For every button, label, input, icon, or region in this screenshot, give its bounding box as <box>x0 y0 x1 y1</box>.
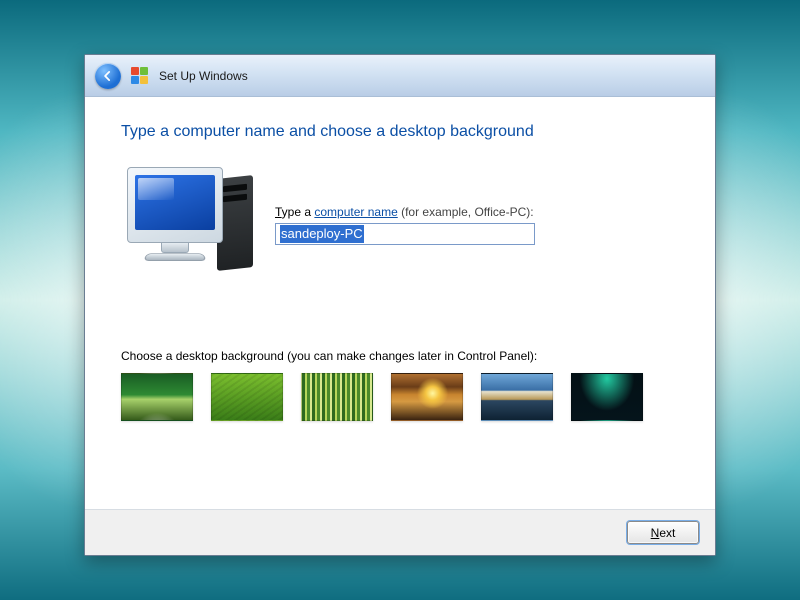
wallpaper-mountain-lake[interactable] <box>481 373 553 421</box>
dialog-content: Type a computer name and choose a deskto… <box>85 97 715 509</box>
desktop-background-section: Choose a desktop background (you can mak… <box>121 349 679 421</box>
next-rest: ext <box>659 526 675 540</box>
wallpaper-vista-aurora[interactable] <box>121 373 193 421</box>
computer-name-help-link[interactable]: computer name <box>314 205 397 219</box>
setup-windows-dialog: Set Up Windows Type a computer name and … <box>84 54 716 556</box>
wallpaper-leaf[interactable] <box>211 373 283 421</box>
page-heading: Type a computer name and choose a deskto… <box>121 123 679 141</box>
titlebar-title: Set Up Windows <box>159 69 248 83</box>
computer-illustration <box>121 167 253 285</box>
wallpaper-thumbs <box>121 373 679 421</box>
next-button[interactable]: Next <box>627 521 699 544</box>
monitor-icon <box>127 167 223 243</box>
computer-name-label: Type a computer name (for example, Offic… <box>275 205 679 219</box>
arrow-left-icon <box>101 69 115 83</box>
computer-name-hint: (for example, Office-PC): <box>398 205 534 219</box>
back-button[interactable] <box>95 63 121 89</box>
wallpaper-bamboo[interactable] <box>301 373 373 421</box>
computer-name-block: Type a computer name (for example, Offic… <box>275 167 679 245</box>
windows-flag-icon <box>131 67 149 85</box>
titlebar: Set Up Windows <box>85 55 715 97</box>
computer-name-input[interactable]: sandeploy-PC <box>275 223 535 245</box>
monitor-base-icon <box>143 253 206 261</box>
accel-letter: T <box>275 205 282 219</box>
dialog-footer: Next <box>85 509 715 555</box>
wallpaper-sunset-field[interactable] <box>391 373 463 421</box>
next-accel: N <box>651 526 660 540</box>
wallpaper-northern-lights[interactable] <box>571 373 643 421</box>
monitor-stand-icon <box>161 243 189 253</box>
computer-name-value: sandeploy-PC <box>280 225 364 243</box>
desktop-background-label: Choose a desktop background (you can mak… <box>121 349 679 363</box>
